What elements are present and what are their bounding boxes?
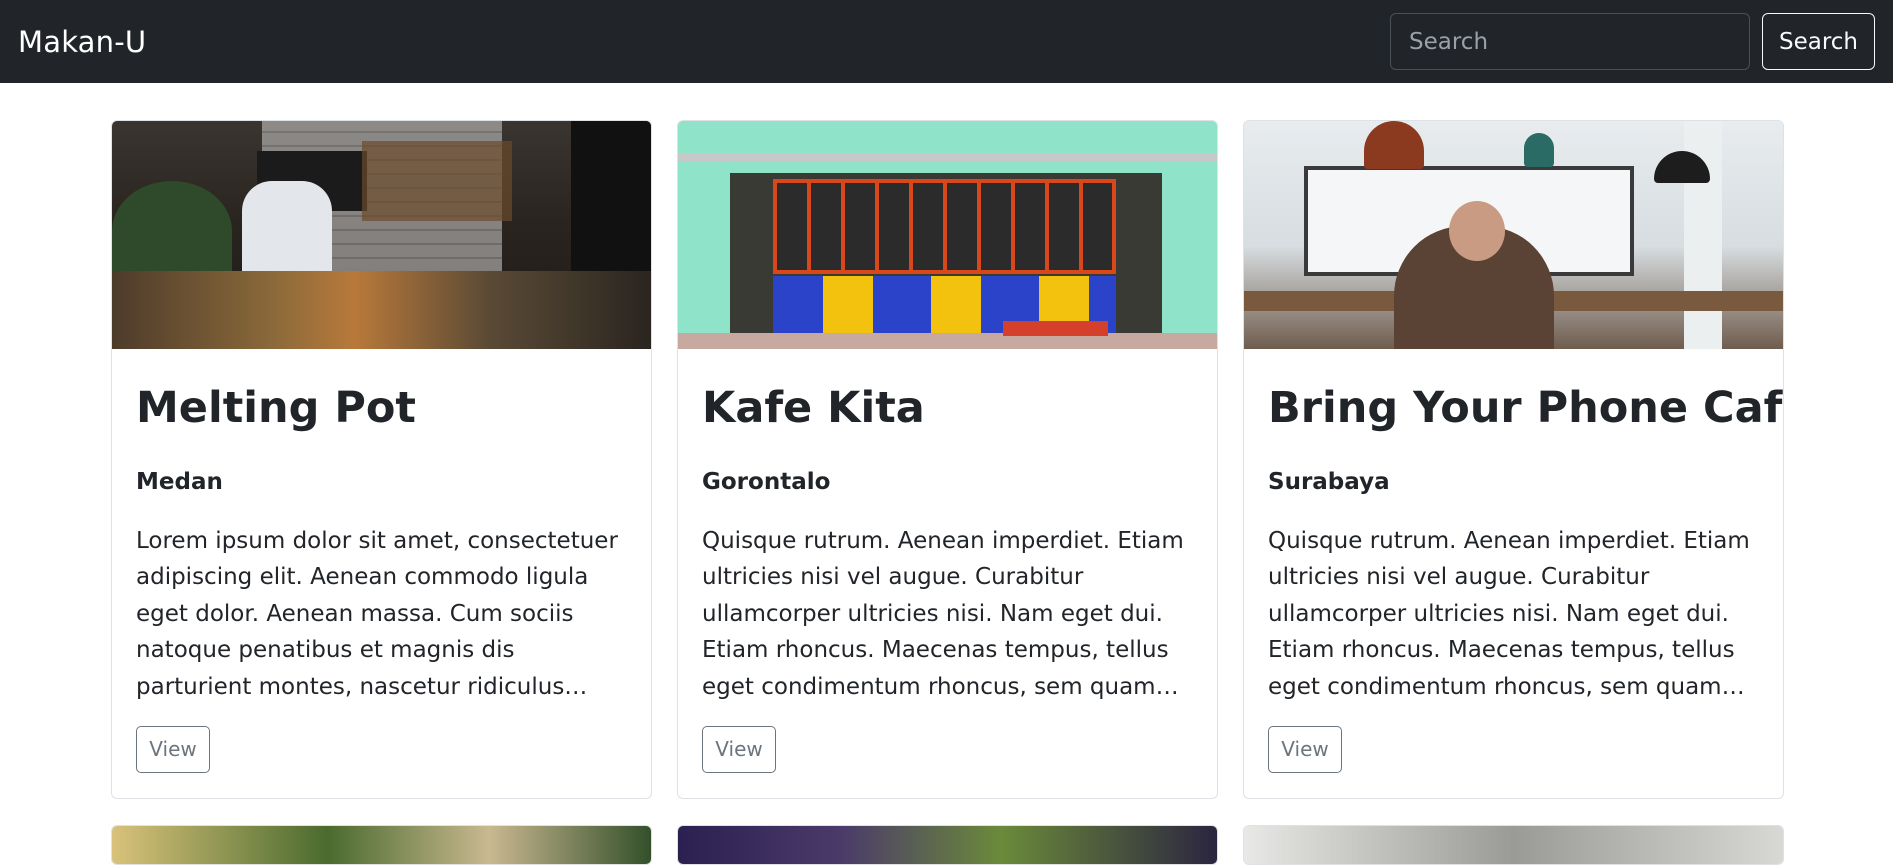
cafe-card: Kafe Kita Gorontalo Quisque rutrum. Aene…: [677, 120, 1218, 799]
view-button[interactable]: View: [136, 725, 210, 773]
view-button[interactable]: View: [1268, 725, 1342, 773]
cafe-card: Bring Your Phone Cafe Surabaya Quisque r…: [1243, 120, 1784, 799]
view-button[interactable]: View: [702, 725, 776, 773]
card-image: [1244, 121, 1783, 349]
card-grid: Melting Pot Medan Lorem ipsum dolor sit …: [0, 0, 1893, 865]
card-location: Gorontalo: [702, 468, 831, 495]
card-image: [678, 121, 1217, 349]
card-image: [1244, 826, 1783, 864]
card-title: Kafe Kita: [702, 383, 925, 433]
cafe-card-partial: [677, 825, 1218, 865]
cafe-card-partial: [1243, 825, 1784, 865]
card-description: Quisque rutrum. Aenean imperdiet. Etiam …: [702, 527, 1184, 700]
card-image: [678, 826, 1217, 864]
card-image: [112, 121, 651, 349]
card-description: Lorem ipsum dolor sit amet, consectetuer…: [136, 527, 618, 700]
cafe-card-partial: [111, 825, 652, 865]
card-image: [112, 826, 651, 864]
card-body: Kafe Kita Gorontalo Quisque rutrum. Aene…: [678, 349, 1217, 773]
card-title: Melting Pot: [136, 383, 416, 433]
cafe-card: Melting Pot Medan Lorem ipsum dolor sit …: [111, 120, 652, 799]
card-description: Quisque rutrum. Aenean imperdiet. Etiam …: [1268, 527, 1750, 700]
card-title: Bring Your Phone Cafe: [1268, 383, 1784, 433]
card-location: Surabaya: [1268, 468, 1390, 495]
card-body: Bring Your Phone Cafe Surabaya Quisque r…: [1244, 349, 1783, 773]
card-body: Melting Pot Medan Lorem ipsum dolor sit …: [112, 349, 651, 773]
card-location: Medan: [136, 468, 223, 495]
